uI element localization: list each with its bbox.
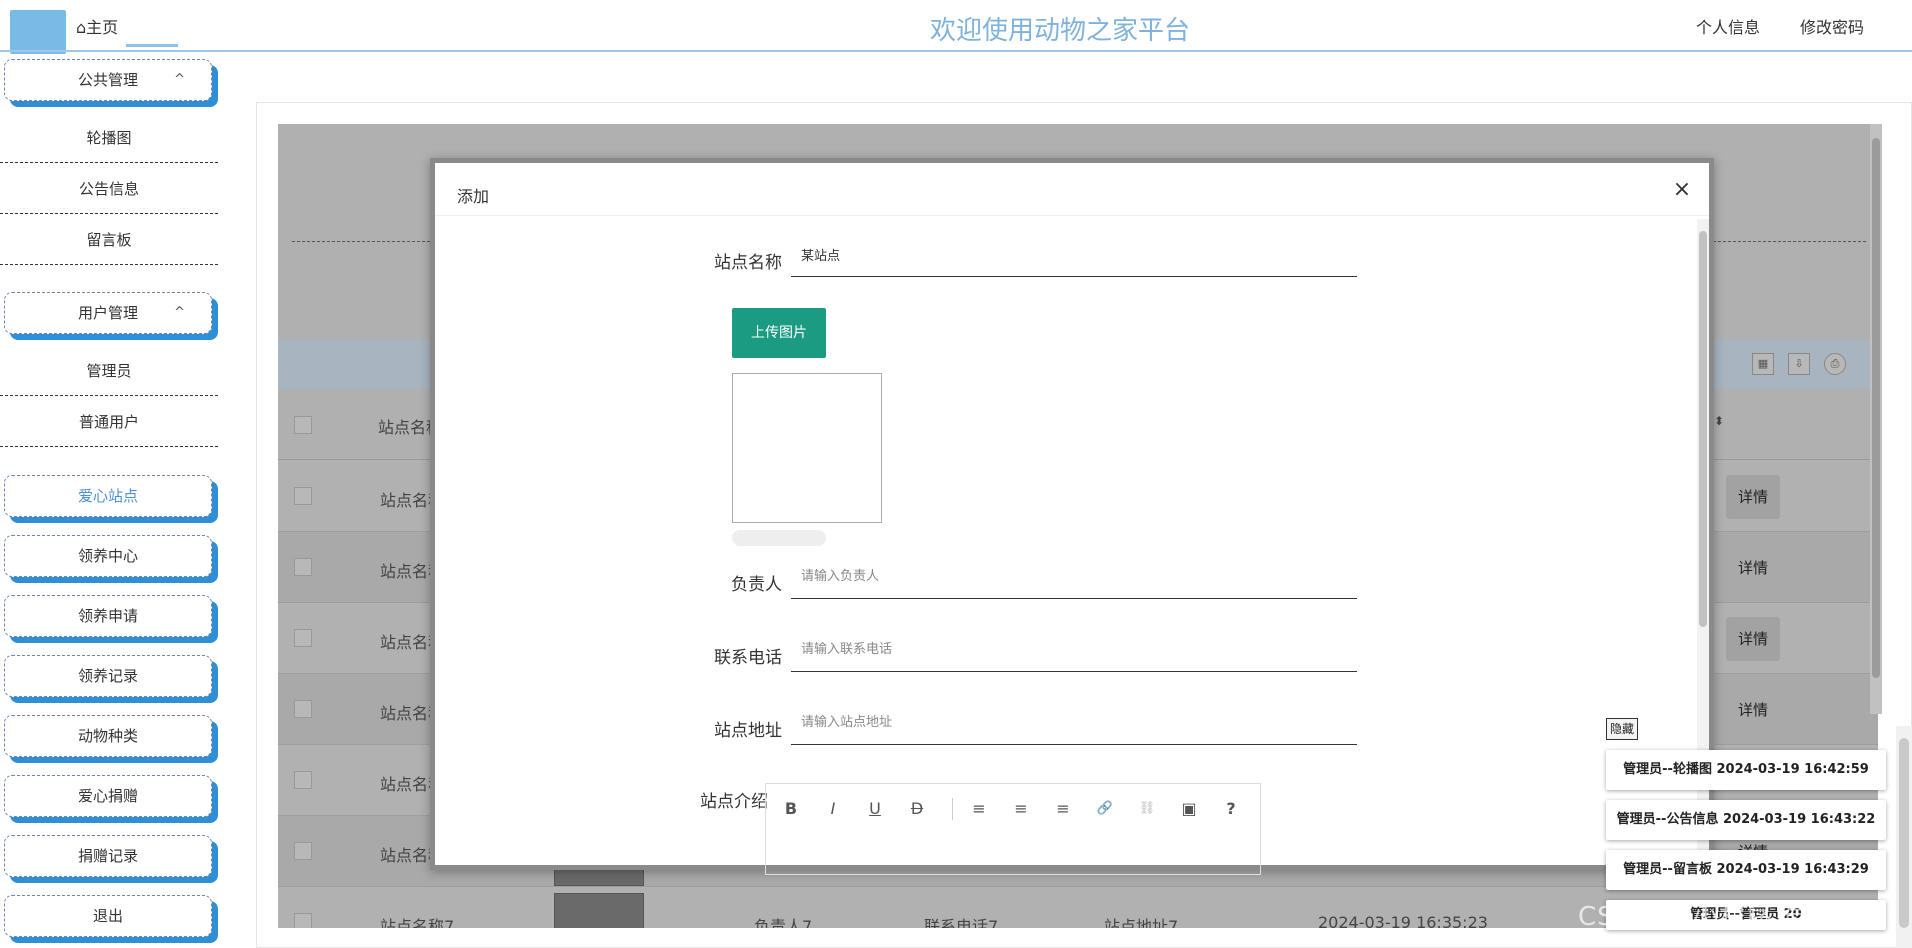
sidebar-group-users[interactable]: 用户管理 ^	[4, 292, 212, 334]
notification-item: 管理员--公告信息 2024-03-19 16:43:22	[1606, 800, 1886, 840]
print-icon[interactable]: ⎙	[1824, 353, 1846, 375]
row-checkbox[interactable]	[294, 913, 312, 928]
row-checkbox[interactable]	[294, 700, 312, 718]
columns-icon[interactable]: ▦	[1752, 353, 1774, 375]
upload-progress	[732, 530, 826, 546]
scrollbar-thumb[interactable]	[1699, 231, 1707, 627]
bold-icon[interactable]: B	[778, 796, 804, 822]
export-icon[interactable]: ⇩	[1788, 353, 1810, 375]
sort-icon[interactable]: ⬍	[1714, 414, 1724, 428]
top-header: ⌂主页 欢迎使用动物之家平台 个人信息 修改密码	[0, 0, 1912, 54]
sidebar-item-animal-type[interactable]: 动物种类	[4, 715, 212, 757]
phone-input[interactable]	[791, 628, 1357, 672]
sidebar-item-adoption-apply[interactable]: 领养申请	[4, 595, 212, 637]
row-checkbox[interactable]	[294, 771, 312, 789]
help-icon[interactable]: ?	[1218, 796, 1244, 822]
cell-leader: 负责人7	[754, 917, 813, 928]
align-center-icon[interactable]: ≡	[1008, 796, 1034, 822]
change-password-link[interactable]: 修改密码	[1800, 14, 1864, 38]
detail-button[interactable]: 详情	[1726, 688, 1780, 732]
cell-address: 站点地址7	[1104, 917, 1179, 928]
chevron-up-icon: ^	[174, 72, 185, 87]
sidebar-item-logout[interactable]: 退出	[4, 895, 212, 937]
sidebar-item-admin[interactable]: 管理员	[0, 346, 218, 396]
address-input[interactable]	[791, 701, 1357, 745]
sidebar-group-label: 公共管理	[77, 71, 138, 89]
strikethrough-icon[interactable]: D	[904, 796, 930, 822]
cell-phone: 联系电话7	[924, 917, 999, 928]
detail-button[interactable]: 详情	[1726, 475, 1780, 519]
address-label: 站点地址	[714, 721, 782, 741]
unlink-icon[interactable]: ⛓	[1134, 796, 1160, 822]
close-icon[interactable]: ×	[1669, 177, 1695, 203]
row-checkbox[interactable]	[294, 487, 312, 505]
leader-label: 负责人	[731, 575, 782, 595]
notification-item: 管理员--留言板 2024-03-19 16:43:29	[1606, 850, 1886, 890]
toolbar-separator	[952, 798, 953, 820]
sidebar-group-label: 用户管理	[77, 304, 138, 322]
image-icon[interactable]: ▣	[1176, 796, 1202, 822]
watermark: CSDN @小程序 员	[1578, 902, 1810, 932]
image-preview	[732, 373, 882, 523]
page-scrollbar[interactable]	[1896, 726, 1912, 948]
cell-time: 2024-03-19 16:35:23	[1318, 913, 1488, 928]
select-all-checkbox[interactable]	[294, 416, 312, 434]
detail-button[interactable]: 详情	[1726, 617, 1780, 661]
sidebar-item-message-board[interactable]: 留言板	[0, 215, 218, 265]
station-thumbnail	[554, 893, 644, 928]
row-checkbox[interactable]	[294, 629, 312, 647]
notification-item: 管理员--轮播图 2024-03-19 16:42:59	[1606, 750, 1886, 790]
sidebar-item-adoption-center[interactable]: 领养中心	[4, 535, 212, 577]
sidebar-group-public[interactable]: 公共管理 ^	[4, 59, 212, 101]
header-divider	[0, 50, 1912, 52]
sidebar-item-donation-record[interactable]: 捐赠记录	[4, 835, 212, 877]
intro-label: 站点介绍	[700, 792, 768, 812]
sidebar-item-normal-user[interactable]: 普通用户	[0, 397, 218, 447]
row-checkbox[interactable]	[294, 558, 312, 576]
scrollbar-thumb[interactable]	[1872, 138, 1880, 678]
chevron-up-icon: ^	[174, 305, 185, 320]
profile-link[interactable]: 个人信息	[1696, 14, 1760, 38]
sidebar-item-carousel[interactable]: 轮播图	[0, 113, 218, 163]
rich-text-editor[interactable]: B I U D ≡ ≡ ≡ 🔗 ⛓ ▣ ?	[765, 783, 1261, 875]
link-icon[interactable]: 🔗	[1092, 796, 1118, 822]
station-name-input[interactable]	[791, 233, 1357, 277]
hide-notifications-button[interactable]: 隐藏	[1606, 718, 1638, 740]
leader-input[interactable]	[791, 555, 1357, 599]
site-title: 欢迎使用动物之家平台	[929, 16, 1190, 46]
phone-label: 联系电话	[714, 648, 782, 668]
dialog-title: 添加	[457, 187, 490, 206]
sidebar-item-donation[interactable]: 爱心捐赠	[4, 775, 212, 817]
sidebar-item-notice[interactable]: 公告信息	[0, 164, 218, 214]
cell-station-name: 站点名称7	[380, 917, 455, 928]
station-name-label: 站点名称	[714, 253, 782, 273]
add-dialog: 添加 × 站点名称 上传图片 负责人 联系电话 站点地址 站点介绍 B I U …	[430, 158, 1714, 875]
upload-image-button[interactable]: 上传图片	[732, 308, 826, 358]
underline-icon[interactable]: U	[862, 796, 888, 822]
sidebar-item-love-station[interactable]: 爱心站点	[4, 475, 212, 517]
sidebar-item-adoption-record[interactable]: 领养记录	[4, 655, 212, 697]
italic-icon[interactable]: I	[820, 796, 846, 822]
align-right-icon[interactable]: ≡	[1050, 796, 1076, 822]
scrollbar-thumb[interactable]	[1899, 738, 1909, 928]
detail-button[interactable]: 详情	[1726, 546, 1780, 590]
align-left-icon[interactable]: ≡	[966, 796, 992, 822]
row-checkbox[interactable]	[294, 842, 312, 860]
table-scrollbar[interactable]	[1870, 124, 1882, 714]
dialog-header-divider	[435, 215, 1709, 216]
